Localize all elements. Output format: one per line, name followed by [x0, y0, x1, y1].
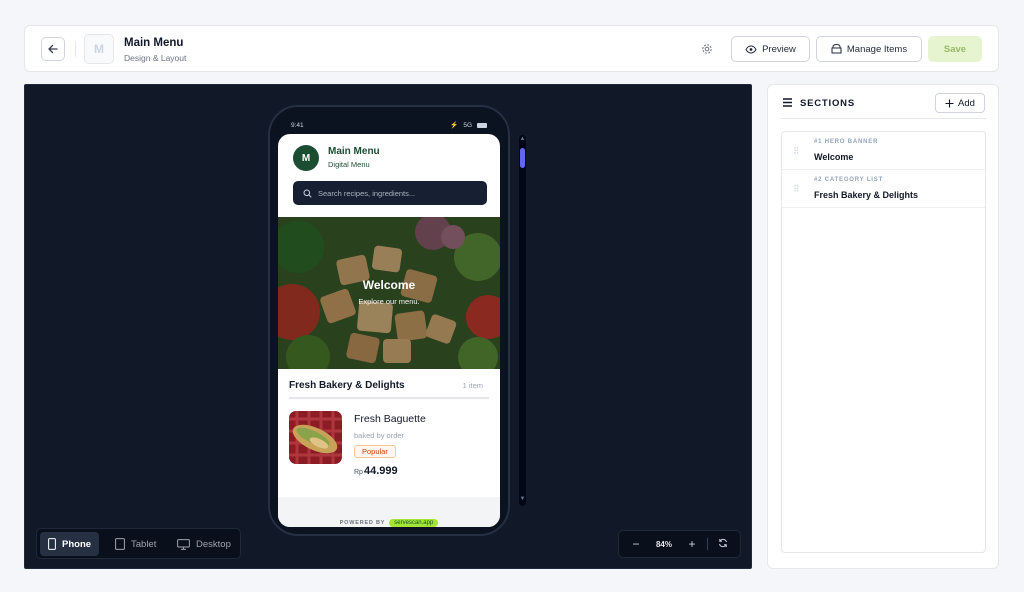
- zoom-out-button[interactable]: −: [625, 537, 647, 551]
- back-button[interactable]: [41, 37, 65, 61]
- zoom-in-button[interactable]: +: [681, 537, 703, 551]
- panel-divider: [781, 118, 986, 119]
- restaurant-tagline: Digital Menu: [328, 160, 370, 169]
- divider: [75, 41, 76, 57]
- preview-label: Preview: [762, 43, 796, 55]
- menu-search-input[interactable]: [318, 188, 468, 198]
- device-desktop-button[interactable]: Desktop: [169, 532, 239, 556]
- menu-logo: M: [84, 34, 114, 64]
- item-image[interactable]: [289, 411, 342, 464]
- search-icon: [303, 189, 312, 198]
- settings-button[interactable]: [700, 42, 714, 56]
- category-divider: [289, 397, 489, 399]
- preview-canvas: 9:41 ⚡ 5G M Main Menu Digital Menu Searc…: [24, 84, 752, 569]
- powered-by: POWERED BY servescan.app: [278, 519, 500, 527]
- section-name: Welcome: [814, 152, 854, 162]
- preview-scrollbar[interactable]: [519, 135, 526, 506]
- chevron-up-icon[interactable]: ▲: [519, 136, 526, 142]
- category-count: 1 item: [462, 381, 483, 390]
- brand-link[interactable]: servescan.app: [389, 519, 439, 527]
- price-amount: 44.999: [363, 465, 398, 477]
- phone-frame: 9:41 ⚡ 5G M Main Menu Digital Menu Searc…: [268, 105, 510, 536]
- device-tablet-label: Tablet: [131, 538, 157, 550]
- monitor-icon: [177, 538, 190, 550]
- restaurant-name: Main Menu: [328, 146, 380, 157]
- baguette-image: [289, 411, 342, 464]
- category-title: Fresh Bakery & Delights: [289, 380, 405, 391]
- plus-icon: [945, 99, 954, 107]
- box-icon: [831, 44, 842, 54]
- grip-icon[interactable]: ⠿: [793, 146, 800, 157]
- gear-icon: [702, 44, 712, 54]
- eye-icon: [745, 44, 757, 54]
- status-network: 5G: [463, 121, 472, 129]
- page-subtitle: Design & Layout: [124, 53, 187, 63]
- hero-banner: Welcome Explore our menu.: [278, 217, 500, 369]
- device-switcher: Phone Tablet Desktop: [36, 528, 241, 559]
- scrollbar-thumb[interactable]: [520, 148, 525, 168]
- phone-icon: [48, 538, 56, 550]
- status-bar: 9:41 ⚡ 5G: [291, 121, 487, 129]
- grip-icon[interactable]: ⠿: [793, 184, 800, 195]
- section-item-hero-banner[interactable]: ⠿ #1 HERO BANNER Welcome: [782, 132, 985, 170]
- device-desktop-label: Desktop: [196, 538, 231, 550]
- arrow-left-icon: [48, 44, 58, 54]
- item-price: Rp 44.999: [354, 465, 398, 477]
- powered-by-label: POWERED BY: [339, 520, 386, 526]
- section-item-category-list[interactable]: ⠿ #2 CATEGORY LIST Fresh Bakery & Deligh…: [782, 170, 985, 208]
- refresh-icon: [719, 538, 727, 548]
- manage-items-button[interactable]: Manage Items: [816, 36, 922, 62]
- section-list: ⠿ #1 HERO BANNER Welcome ⠿ #2 CATEGORY L…: [781, 131, 986, 553]
- save-button[interactable]: Save: [928, 36, 982, 62]
- menu-search-bar[interactable]: [293, 181, 487, 205]
- section-kind: #1 HERO BANNER: [814, 139, 879, 145]
- item-description: baked by order: [354, 431, 405, 440]
- preview-button[interactable]: Preview: [731, 36, 810, 62]
- hero-image: [278, 217, 500, 369]
- section-name: Fresh Bakery & Delights: [814, 190, 919, 200]
- top-bar: M Main Menu Design & Layout Preview Mana…: [24, 25, 999, 72]
- chevron-down-icon[interactable]: ▼: [519, 496, 526, 502]
- device-phone-label: Phone: [62, 538, 92, 550]
- manage-items-label: Manage Items: [846, 43, 908, 55]
- status-time: 9:41: [291, 121, 304, 129]
- sections-panel: SECTIONS Add ⠿ #1 HERO BANNER Welcome ⠿ …: [767, 84, 999, 569]
- zoom-level: 84%: [655, 539, 672, 549]
- section-kind: #2 CATEGORY LIST: [814, 177, 884, 183]
- price-currency: Rp: [354, 469, 363, 476]
- add-label: Add: [958, 97, 975, 109]
- device-phone-button[interactable]: Phone: [40, 532, 100, 556]
- restaurant-avatar: M: [293, 145, 319, 171]
- zoom-divider: [707, 538, 708, 550]
- hero-title: Welcome: [362, 278, 416, 292]
- zoom-controls: − 84% +: [618, 530, 741, 558]
- reset-view-button[interactable]: [712, 537, 734, 551]
- list-icon: [783, 98, 792, 107]
- battery-icon: [477, 122, 487, 128]
- bolt-icon: ⚡: [450, 122, 459, 129]
- sections-title: SECTIONS: [800, 98, 855, 109]
- phone-screen: M Main Menu Digital Menu Search recipes,…: [278, 134, 500, 527]
- hero-subtitle: Explore our menu.: [358, 297, 420, 306]
- popular-badge: Popular: [354, 445, 396, 458]
- tablet-icon: [115, 538, 125, 550]
- device-tablet-button[interactable]: Tablet: [107, 532, 164, 556]
- add-section-button[interactable]: Add: [935, 93, 985, 113]
- item-name: Fresh Baguette: [354, 413, 426, 425]
- page-title: Main Menu: [124, 37, 184, 49]
